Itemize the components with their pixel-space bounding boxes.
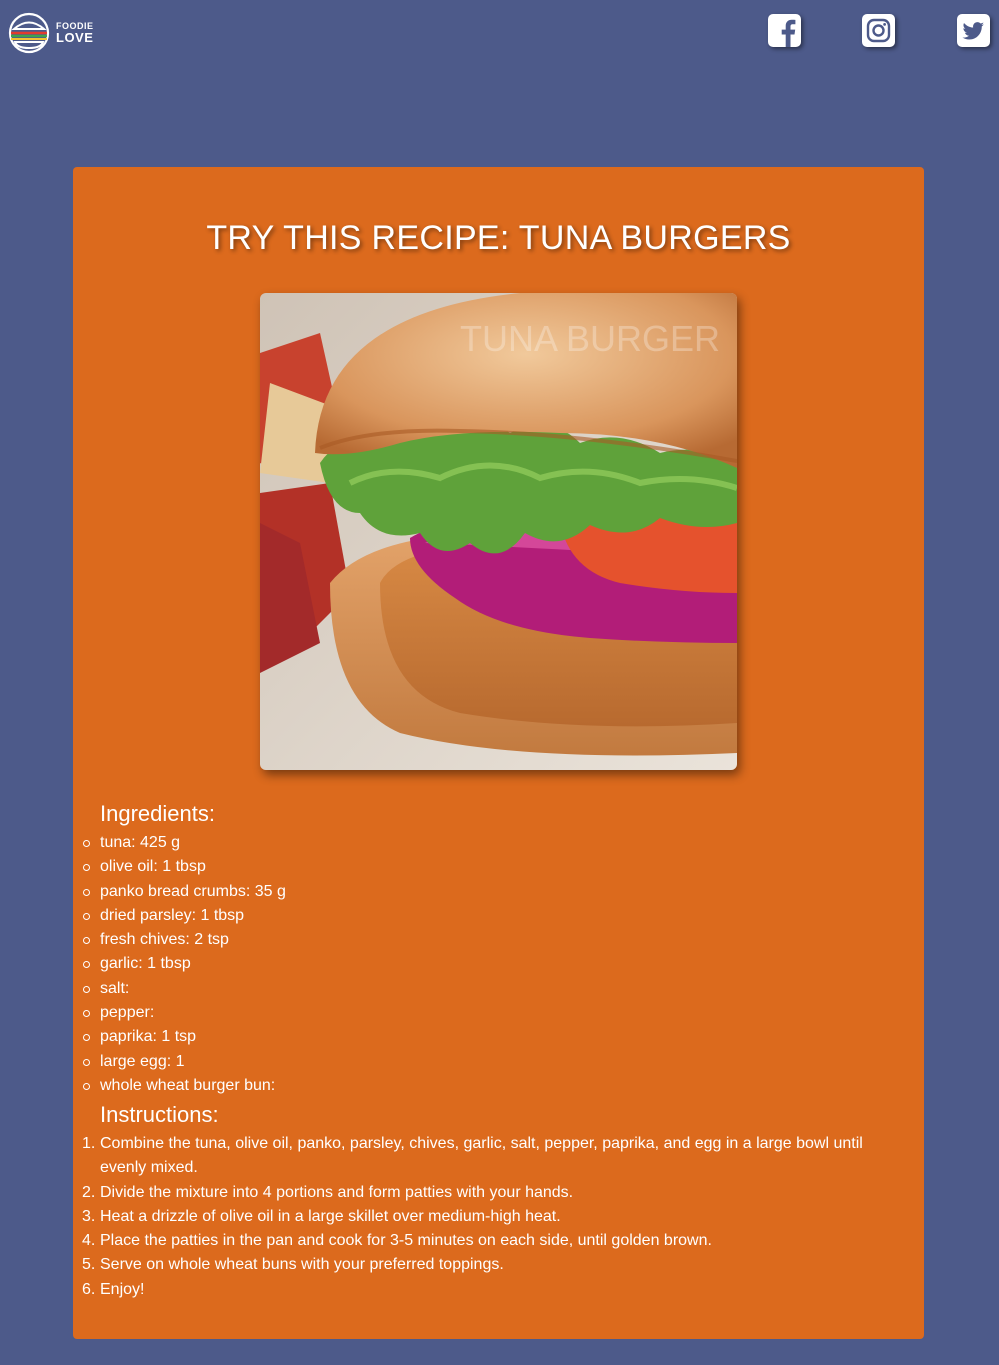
instruction-step: 2. Divide the mixture into 4 portions and… <box>82 1181 870 1205</box>
twitter-icon <box>957 14 990 47</box>
step-number: 5. <box>82 1256 96 1274</box>
ingredient-item: tuna: 425 g <box>83 831 880 855</box>
step-number: 4. <box>82 1232 96 1250</box>
ingredient-item: garlic: 1 tbsp <box>83 952 880 976</box>
step-text: Enjoy! <box>100 1280 145 1298</box>
foodie-love-logo[interactable]: FOODIE LOVE <box>8 12 98 54</box>
ingredient-item: dried parsley: 1 tbsp <box>83 904 880 928</box>
instagram-icon <box>862 14 895 47</box>
instruction-step: 1. Combine the tuna, olive oil, panko, pa… <box>82 1132 870 1181</box>
instruction-step: 5. Serve on whole wheat buns with your pr… <box>82 1253 870 1277</box>
instructions-list: 1. Combine the tuna, olive oil, panko, pa… <box>82 1132 870 1302</box>
ingredient-item: panko bread crumbs: 35 g <box>83 880 880 904</box>
image-watermark: TUNA BURGER <box>460 318 720 359</box>
recipe-card: TRY THIS RECIPE: TUNA BURGERS TUNA BURGE… <box>73 167 924 1339</box>
burger-logo-icon <box>8 12 50 54</box>
step-number: 2. <box>82 1183 96 1201</box>
step-number: 6. <box>82 1280 96 1298</box>
ingredient-item: pepper: <box>83 1001 880 1025</box>
step-text: Place the patties in the pan and cook fo… <box>100 1232 712 1250</box>
step-text: Heat a drizzle of olive oil in a large s… <box>100 1207 561 1225</box>
tuna-burger-photo: TUNA BURGER <box>260 293 737 770</box>
ingredient-item: paprika: 1 tsp <box>83 1025 880 1049</box>
instructions-heading: Instructions: <box>100 1102 219 1127</box>
facebook-icon <box>768 14 801 47</box>
ingredients-list: tuna: 425 g olive oil: 1 tbsp panko brea… <box>83 831 880 1098</box>
logo-text-bottom: LOVE <box>56 30 94 45</box>
step-number: 3. <box>82 1207 96 1225</box>
step-text: Serve on whole wheat buns with your pref… <box>100 1256 504 1274</box>
step-text: Divide the mixture into 4 portions and f… <box>100 1183 574 1201</box>
instruction-step: 6. Enjoy! <box>82 1278 870 1302</box>
instruction-step: 3. Heat a drizzle of olive oil in a large… <box>82 1205 870 1229</box>
ingredient-item: salt: <box>83 977 880 1001</box>
ingredient-item: fresh chives: 2 tsp <box>83 928 880 952</box>
twitter-link[interactable] <box>957 14 990 47</box>
ingredients-heading: Ingredients: <box>100 801 215 826</box>
step-text: Combine the tuna, olive oil, panko, pars… <box>100 1135 863 1177</box>
recipe-title: TRY THIS RECIPE: TUNA BURGERS <box>206 219 791 257</box>
instruction-step: 4. Place the patties in the pan and cook … <box>82 1229 870 1253</box>
ingredient-item: large egg: 1 <box>83 1050 880 1074</box>
step-number: 1. <box>82 1135 96 1152</box>
facebook-link[interactable] <box>768 14 801 47</box>
instagram-link[interactable] <box>862 14 895 47</box>
ingredient-item: whole wheat burger bun: <box>83 1074 880 1098</box>
ingredient-item: olive oil: 1 tbsp <box>83 855 880 879</box>
